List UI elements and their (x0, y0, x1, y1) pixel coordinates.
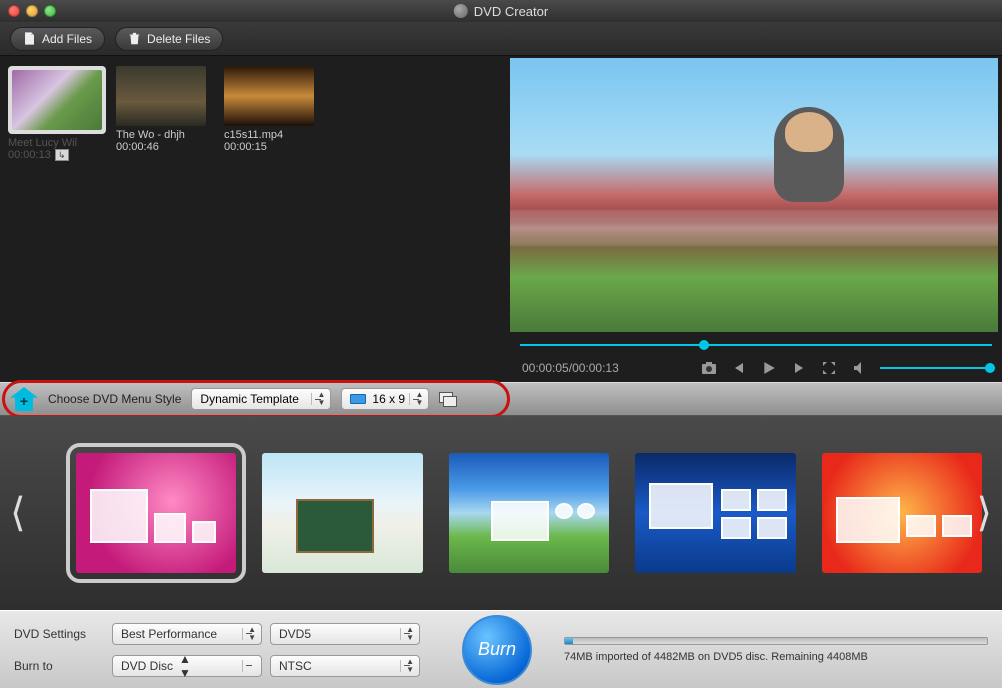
prev-frame-button[interactable] (730, 359, 748, 377)
titlebar: DVD Creator (0, 0, 1002, 22)
burn-button[interactable]: Burn (462, 615, 532, 685)
template-item[interactable] (449, 453, 609, 573)
close-window-button[interactable] (8, 5, 20, 17)
tv-standard-select[interactable]: NTSC▲▼ (270, 655, 420, 677)
app-icon (454, 4, 468, 18)
template-item[interactable] (822, 453, 982, 573)
preview-screen[interactable] (510, 58, 998, 332)
add-file-icon (23, 32, 36, 45)
duplicate-button[interactable] (439, 392, 457, 406)
next-frame-button[interactable] (790, 359, 808, 377)
template-type-select[interactable]: Dynamic Template ▲▼ (191, 388, 331, 410)
delete-files-label: Delete Files (147, 32, 210, 46)
menu-style-label: Choose DVD Menu Style (48, 392, 181, 406)
carousel-prev-button[interactable]: ⟨ (10, 490, 26, 536)
progress-text: 74MB imported of 4482MB on DVD5 disc. Re… (564, 651, 988, 663)
window-title: DVD Creator (454, 4, 548, 19)
add-files-label: Add Files (42, 32, 92, 46)
play-button[interactable] (760, 359, 778, 377)
export-icon[interactable]: ↳ (55, 149, 69, 161)
file-duration: 00:00:15 (224, 141, 267, 153)
updown-icon: ▲▼ (317, 391, 325, 407)
trash-icon (128, 32, 141, 45)
file-thumbnail (12, 70, 102, 130)
file-name: c15s11.mp4 (224, 129, 322, 141)
disc-type-select[interactable]: DVD5▲▼ (270, 623, 420, 645)
file-item[interactable]: Meet Lucy Wil 00:00:13 ↳ (8, 66, 106, 161)
playback-scrubber[interactable] (520, 338, 992, 352)
carousel-next-button[interactable]: ⟩ (976, 490, 992, 536)
bottom-panel: DVD Settings Best Performance▲▼ DVD5▲▼ B… (0, 610, 1002, 688)
window-controls (8, 5, 56, 17)
maximize-window-button[interactable] (44, 5, 56, 17)
template-carousel: ⟨ ⟩ (0, 416, 1002, 610)
minimize-window-button[interactable] (26, 5, 38, 17)
snapshot-button[interactable] (700, 359, 718, 377)
mute-button[interactable] (850, 359, 868, 377)
plus-icon: + (20, 393, 28, 409)
menu-style-bar: + Choose DVD Menu Style Dynamic Template… (0, 382, 1002, 416)
home-button[interactable]: + (10, 387, 38, 411)
toolbar: Add Files Delete Files (0, 22, 1002, 56)
progress-bar (564, 637, 988, 645)
template-item[interactable] (76, 453, 236, 573)
file-duration: 00:00:13 (8, 149, 51, 161)
fullscreen-button[interactable] (820, 359, 838, 377)
progress-area: 74MB imported of 4482MB on DVD5 disc. Re… (564, 637, 988, 663)
template-item[interactable] (635, 453, 795, 573)
progress-fill (565, 638, 573, 644)
file-thumbnail (224, 66, 314, 126)
scrubber-handle[interactable] (699, 340, 709, 350)
file-item[interactable]: The Wo - dhjh 00:00:46 (116, 66, 214, 153)
updown-icon: ▲▼ (415, 391, 423, 407)
preview-content (764, 107, 854, 237)
dvd-settings-label: DVD Settings (14, 627, 104, 641)
file-duration: 00:00:46 (116, 141, 159, 153)
playback-controls: 00:00:05/00:00:13 (510, 354, 1002, 382)
template-item[interactable] (262, 453, 422, 573)
aspect-ratio-select[interactable]: 16 x 9 ▲▼ (341, 388, 429, 410)
updown-icon: ▲▼ (406, 626, 414, 642)
aspect-icon (350, 394, 366, 404)
delete-files-button[interactable]: Delete Files (115, 27, 223, 51)
file-name: The Wo - dhjh (116, 129, 214, 141)
file-list-panel: Meet Lucy Wil 00:00:13 ↳ The Wo - dhjh 0… (0, 56, 510, 382)
volume-slider[interactable] (880, 367, 990, 369)
preview-panel: 00:00:05/00:00:13 (510, 56, 1002, 382)
playback-time: 00:00:05/00:00:13 (522, 361, 619, 375)
burn-target-select[interactable]: DVD Disc▲▼ (112, 655, 262, 677)
file-item[interactable]: c15s11.mp4 00:00:15 (224, 66, 322, 153)
updown-icon: ▲▼ (248, 626, 256, 642)
settings-grid: DVD Settings Best Performance▲▼ DVD5▲▼ B… (14, 621, 420, 679)
add-files-button[interactable]: Add Files (10, 27, 105, 51)
volume-handle[interactable] (985, 363, 995, 373)
updown-icon: ▲▼ (406, 658, 414, 674)
main-area: Meet Lucy Wil 00:00:13 ↳ The Wo - dhjh 0… (0, 56, 1002, 382)
window-title-text: DVD Creator (474, 4, 548, 19)
updown-icon: ▲▼ (179, 652, 191, 680)
file-thumbnail (116, 66, 206, 126)
file-name: Meet Lucy Wil (8, 137, 106, 149)
performance-select[interactable]: Best Performance▲▼ (112, 623, 262, 645)
burn-to-label: Burn to (14, 659, 104, 673)
